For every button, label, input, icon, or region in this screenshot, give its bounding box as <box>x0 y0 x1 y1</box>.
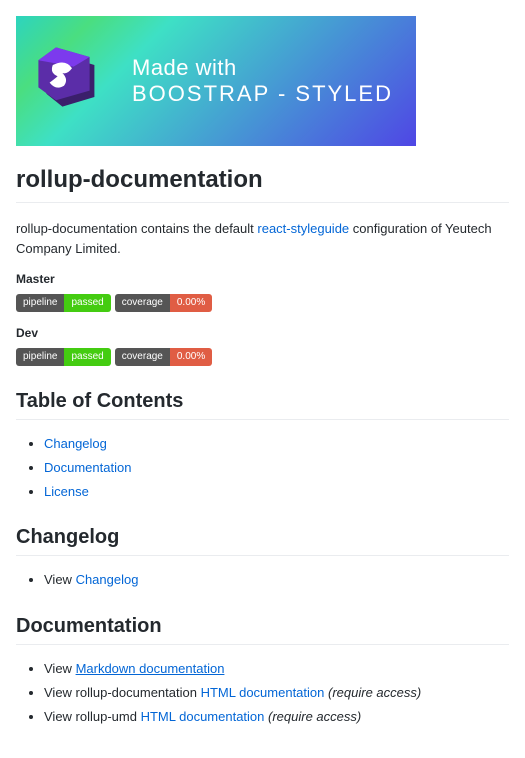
coverage-label: coverage <box>115 348 170 366</box>
toc-list: Changelog Documentation License <box>16 434 509 502</box>
react-styleguide-link[interactable]: react-styleguide <box>257 221 349 236</box>
list-item: View rollup-umd HTML documentation (requ… <box>44 707 509 728</box>
pipeline-label: pipeline <box>16 348 64 366</box>
list-item: View rollup-documentation HTML documenta… <box>44 683 509 704</box>
coverage-value: 0.00% <box>170 348 212 366</box>
changelog-list: View Changelog <box>16 570 509 591</box>
doc-pre-1: View rollup-documentation <box>44 685 201 700</box>
toc-link-changelog[interactable]: Changelog <box>44 436 107 451</box>
doc-link-markdown[interactable]: Markdown documentation <box>76 661 225 676</box>
doc-post-1: (require access) <box>324 685 421 700</box>
intro-paragraph: rollup-documentation contains the defaul… <box>16 219 509 258</box>
pipeline-badge-dev[interactable]: pipeline passed <box>16 348 111 366</box>
doc-post-2: (require access) <box>264 709 361 724</box>
coverage-label: coverage <box>115 294 170 312</box>
bootstrap-styled-logo <box>32 41 112 121</box>
coverage-badge-dev[interactable]: coverage 0.00% <box>115 348 213 366</box>
banner-line1: Made with <box>132 55 393 81</box>
doc-pre-2: View rollup-umd <box>44 709 141 724</box>
list-item: View Changelog <box>44 570 509 591</box>
banner-text: Made with BOOSTRAP - STYLED <box>132 55 393 107</box>
badge-row-dev: pipeline passed coverage 0.00% <box>16 348 509 366</box>
changelog-pre: View <box>44 572 76 587</box>
page-title: rollup-documentation <box>16 166 509 203</box>
doc-link-html-rollup-doc[interactable]: HTML documentation <box>201 685 325 700</box>
doc-link-html-rollup-umd[interactable]: HTML documentation <box>141 709 265 724</box>
banner-image: Made with BOOSTRAP - STYLED <box>16 16 416 146</box>
list-item: License <box>44 482 509 503</box>
toc-heading: Table of Contents <box>16 390 509 420</box>
intro-pre: rollup-documentation contains the defaul… <box>16 221 257 236</box>
list-item: Changelog <box>44 434 509 455</box>
list-item: Documentation <box>44 458 509 479</box>
badge-row-master: pipeline passed coverage 0.00% <box>16 294 509 312</box>
changelog-link[interactable]: Changelog <box>76 572 139 587</box>
changelog-heading: Changelog <box>16 526 509 556</box>
documentation-heading: Documentation <box>16 615 509 645</box>
doc-pre-0: View <box>44 661 76 676</box>
pipeline-badge-master[interactable]: pipeline passed <box>16 294 111 312</box>
pipeline-value: passed <box>64 294 110 312</box>
coverage-badge-master[interactable]: coverage 0.00% <box>115 294 213 312</box>
branch-label-master: Master <box>16 272 509 286</box>
list-item: View Markdown documentation <box>44 659 509 680</box>
pipeline-value: passed <box>64 348 110 366</box>
toc-link-license[interactable]: License <box>44 484 89 499</box>
branch-label-dev: Dev <box>16 326 509 340</box>
coverage-value: 0.00% <box>170 294 212 312</box>
documentation-list: View Markdown documentation View rollup-… <box>16 659 509 727</box>
toc-link-documentation[interactable]: Documentation <box>44 460 131 475</box>
banner-line2: BOOSTRAP - STYLED <box>132 81 393 107</box>
pipeline-label: pipeline <box>16 294 64 312</box>
